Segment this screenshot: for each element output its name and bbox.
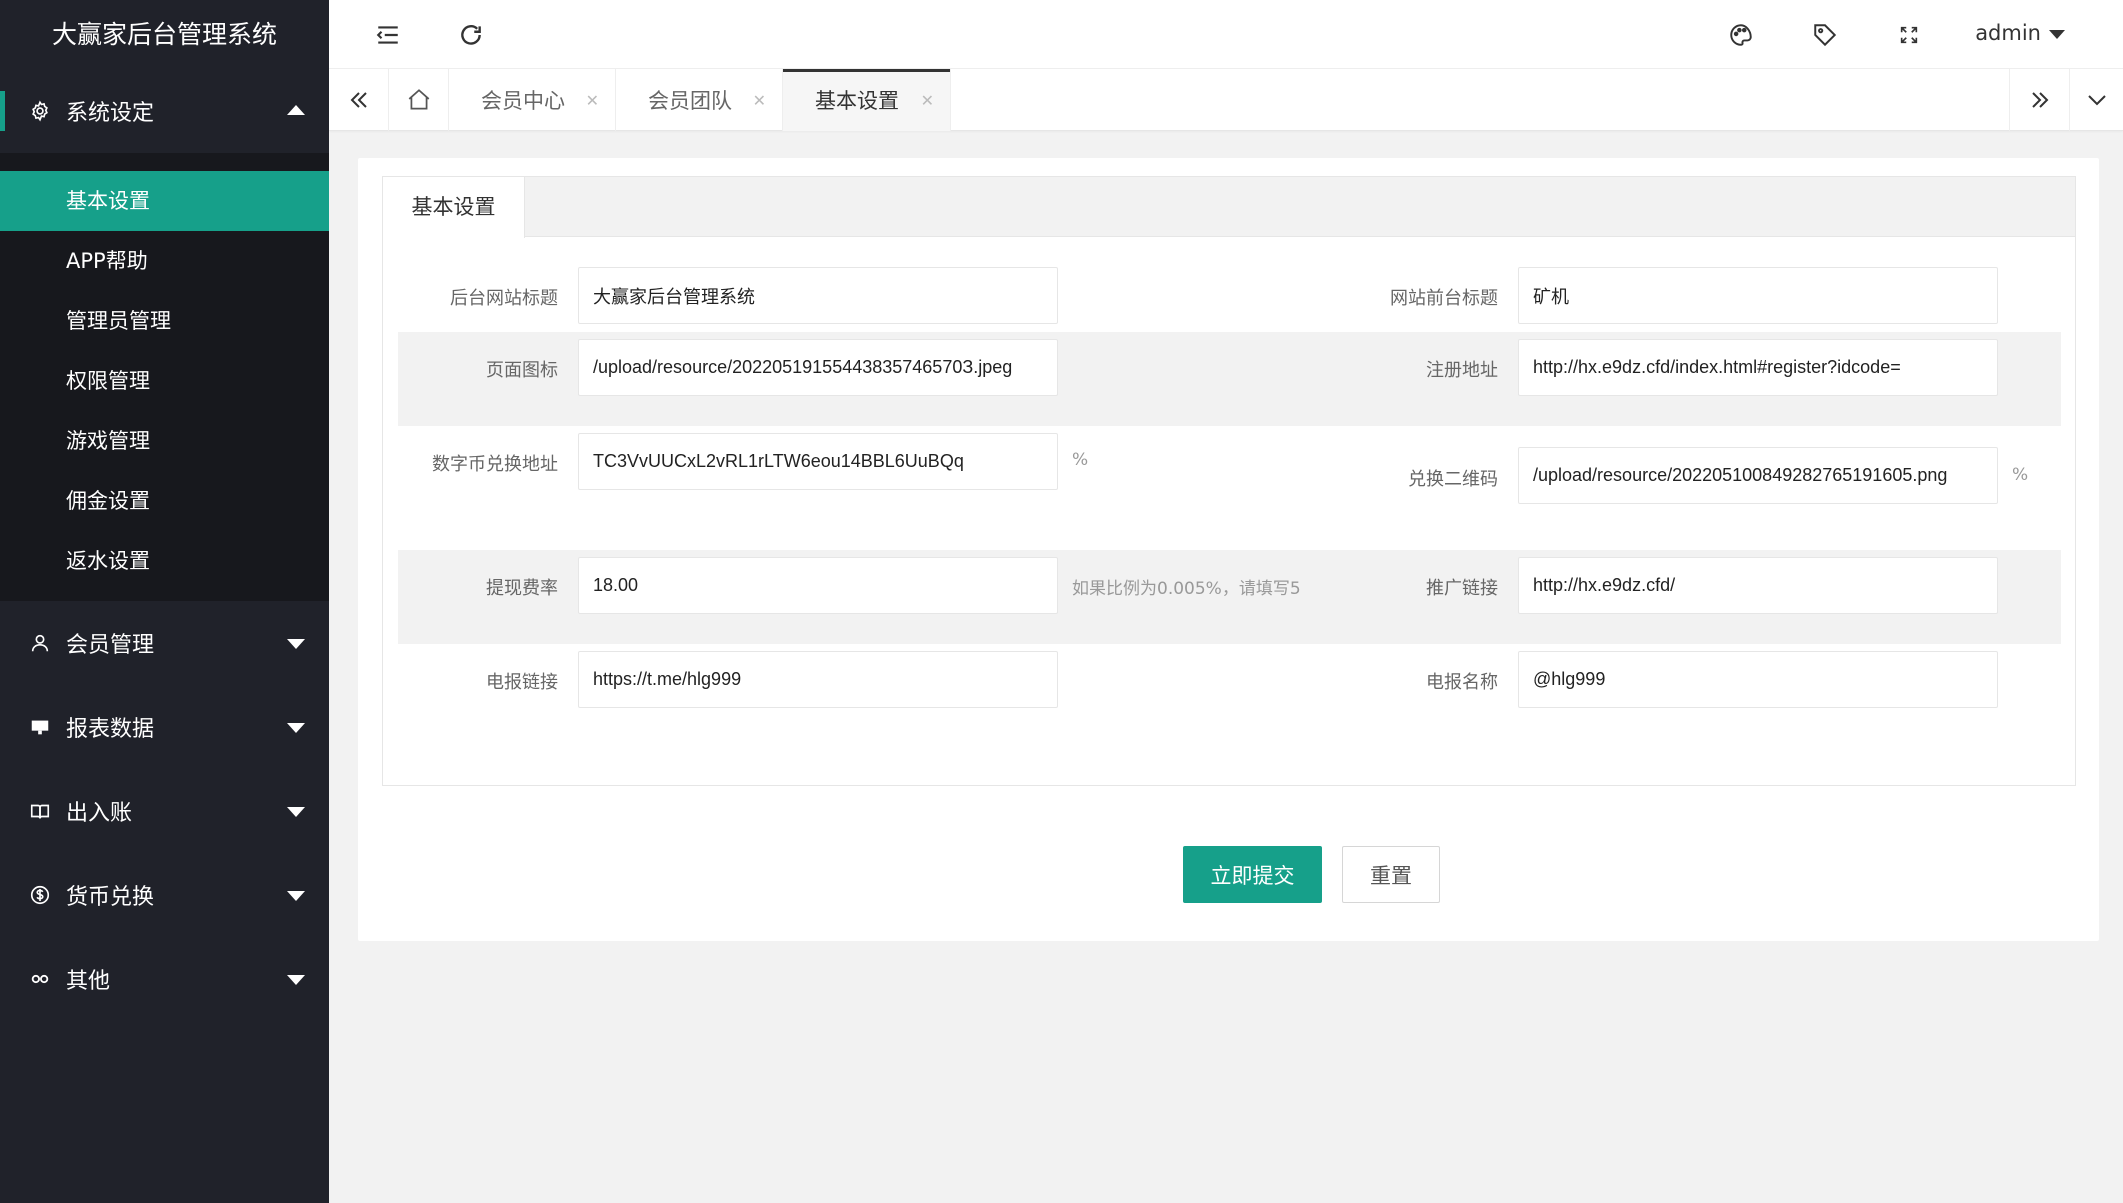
sidebar-item-game-manage[interactable]: 游戏管理 [0,411,329,471]
close-icon[interactable]: ✕ [586,91,599,110]
menu-fold-icon[interactable] [371,18,405,52]
dollar-icon [28,883,52,907]
subnav-system-settings: 基本设置 APP帮助 管理员管理 权限管理 游戏管理 佣金设置 返水设置 [0,153,329,601]
sidebar-item-basic-settings[interactable]: 基本设置 [0,171,329,231]
tg-name-input[interactable] [1518,651,1998,708]
admin-title-input[interactable] [578,267,1058,324]
chevron-up-icon [287,105,305,115]
user-icon [28,631,52,655]
chart-icon [28,715,52,739]
nav-group-member-manage[interactable]: 会员管理 [0,601,329,685]
tabs-menu-button[interactable] [2069,69,2123,131]
sidebar-item-app-help[interactable]: APP帮助 [0,231,329,291]
tab-member-center[interactable]: 会员中心 ✕ [449,69,616,131]
top-header: admin [329,0,2123,69]
nav-group-accounts[interactable]: 出入账 [0,769,329,853]
nav-group-currency-exchange[interactable]: 货币兑换 [0,853,329,937]
tab-member-team[interactable]: 会员团队 ✕ [616,69,783,131]
coin-address-label: 数字币兑换地址 [432,454,558,475]
link-icon [28,967,52,991]
sidebar-item-admin-manage[interactable]: 管理员管理 [0,291,329,351]
tabs-bar: 会员中心 ✕ 会员团队 ✕ 基本设置 ✕ [329,69,2123,131]
nav-group-system-settings[interactable]: 系统设定 [0,69,329,153]
sidebar: 大赢家后台管理系统 系统设定 基本设置 APP帮助 管理员管理 权限管理 游戏管… [0,0,329,1203]
promo-link-input[interactable] [1518,557,1998,614]
tabs-scroll-right-button[interactable] [2009,69,2069,131]
form-row: 提现费率 如果比例为0.005%，请填写5 推广链接 [398,550,2061,644]
close-icon[interactable]: ✕ [753,91,766,110]
tab-label: 会员团队 [648,89,732,113]
chevron-down-icon [287,891,305,901]
admin-title-label: 后台网站标题 [450,288,558,309]
nav-group-label: 出入账 [66,801,133,826]
sidebar-item-permission[interactable]: 权限管理 [0,351,329,411]
form-row: 电报链接 电报名称 [398,644,2061,738]
tab-basic-settings[interactable]: 基本设置 ✕ [783,69,951,131]
gear-icon [28,99,52,123]
tabs-scroll-left-button[interactable] [329,69,389,131]
tg-name-label: 电报名称 [1426,672,1498,693]
page-icon-label: 页面图标 [486,360,558,381]
chevron-down-icon [287,639,305,649]
settings-panel: 基本设置 后台网站标题 网站前台标题 页面图标 注册地址 数字币兑换地址 % 兑… [382,176,2076,786]
refresh-icon[interactable] [454,18,488,52]
coin-address-input[interactable] [578,433,1058,490]
nav-group-label: 会员管理 [66,633,155,658]
book-icon [28,799,52,823]
promo-link-label: 推广链接 [1426,578,1498,599]
nav-group-other[interactable]: 其他 [0,937,329,1021]
tg-link-input[interactable] [578,651,1058,708]
register-url-input[interactable] [1518,339,1998,396]
form-row: 数字币兑换地址 % 兑换二维码 % [398,426,2061,550]
sidebar-item-commission[interactable]: 佣金设置 [0,471,329,531]
form-row: 后台网站标题 网站前台标题 [398,238,2061,332]
reset-button[interactable]: 重置 [1342,846,1440,903]
nav-group-reports[interactable]: 报表数据 [0,685,329,769]
front-title-label: 网站前台标题 [1390,288,1498,309]
user-menu[interactable]: admin [1975,0,2065,69]
home-tab[interactable] [389,69,449,131]
nav-group-label: 系统设定 [66,101,155,126]
panel-tab-header: 基本设置 [383,177,2075,238]
tab-label: 会员中心 [481,89,565,113]
withdraw-fee-hint: 如果比例为0.005%，请填写5 [1072,579,1301,599]
panel-tab-basic-settings[interactable]: 基本设置 [383,177,525,238]
coin-address-suffix: % [1072,450,1089,470]
submit-button[interactable]: 立即提交 [1183,846,1322,903]
fullscreen-icon[interactable] [1892,18,1926,52]
username-label: admin [1975,21,2041,45]
app-logo-title: 大赢家后台管理系统 [0,0,329,69]
exchange-qr-input[interactable] [1518,447,1998,504]
chevron-down-icon [287,723,305,733]
sidebar-item-rebate[interactable]: 返水设置 [0,531,329,591]
page-icon-input[interactable] [578,339,1058,396]
chevron-down-icon [287,807,305,817]
chevron-down-icon [287,975,305,985]
nav-group-label: 货币兑换 [66,885,155,910]
withdraw-fee-label: 提现费率 [486,578,558,599]
close-icon[interactable]: ✕ [921,91,934,110]
tab-label: 基本设置 [815,89,899,113]
exchange-qr-label: 兑换二维码 [1408,469,1498,490]
chevron-down-icon [2049,29,2065,39]
register-url-label: 注册地址 [1426,360,1498,381]
exchange-qr-suffix: % [2012,465,2029,485]
palette-icon[interactable] [1724,18,1758,52]
front-title-input[interactable] [1518,267,1998,324]
form-row: 页面图标 注册地址 [398,332,2061,426]
tg-link-label: 电报链接 [486,672,558,693]
main-card: 基本设置 后台网站标题 网站前台标题 页面图标 注册地址 数字币兑换地址 % 兑… [358,158,2099,941]
nav-group-label: 其他 [66,969,111,994]
nav-group-label: 报表数据 [66,717,155,742]
tag-icon[interactable] [1808,18,1842,52]
withdraw-fee-input[interactable] [578,557,1058,614]
